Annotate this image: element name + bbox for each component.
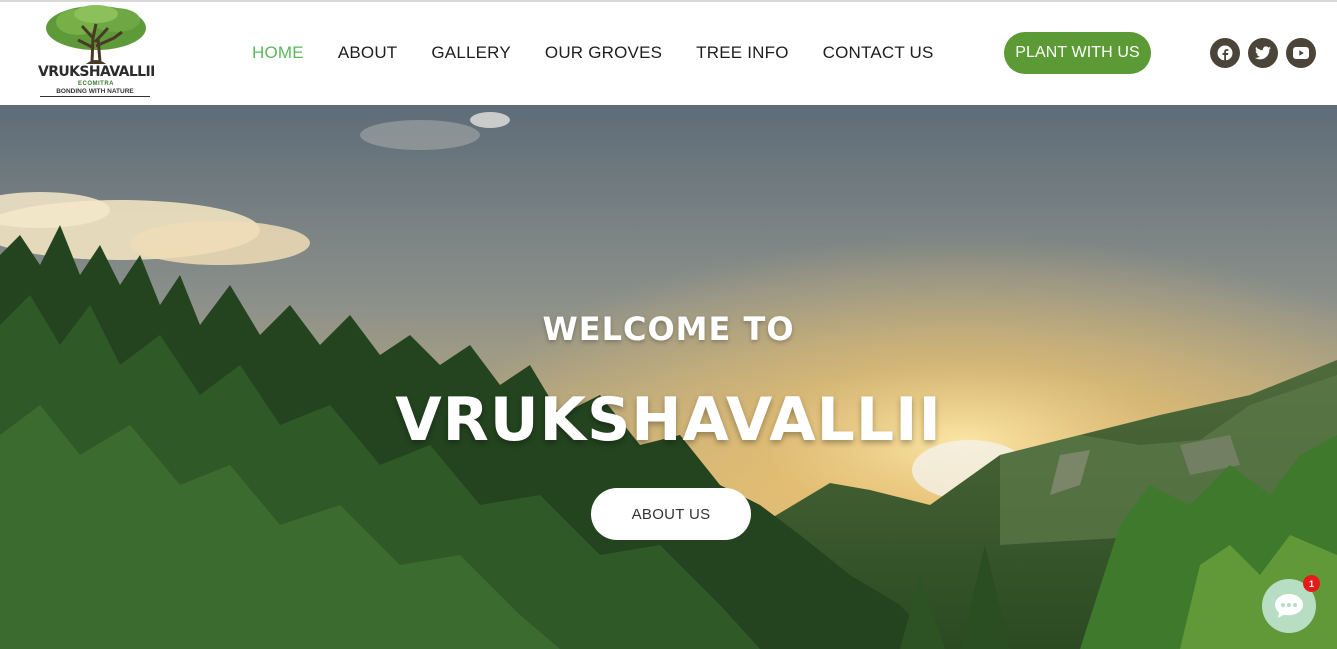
plant-with-us-button[interactable]: PLANT WITH US xyxy=(1004,32,1151,74)
chat-notification-badge: 1 xyxy=(1303,575,1320,592)
logo-tagline: BONDING WITH NATURE xyxy=(40,88,150,97)
site-logo[interactable]: VRUKSHAVALLII ECOMITRA BONDING WITH NATU… xyxy=(38,4,155,100)
logo-subtitle: ECOMITRA xyxy=(78,81,114,87)
twitter-icon[interactable] xyxy=(1248,38,1278,68)
hero-welcome-text: WELCOME TO xyxy=(542,310,795,348)
chat-bubble-icon xyxy=(1275,594,1303,618)
tree-logo-icon xyxy=(46,5,146,64)
hero-background-image xyxy=(0,105,1337,649)
site-header: VRUKSHAVALLII ECOMITRA BONDING WITH NATU… xyxy=(0,2,1337,105)
social-links xyxy=(1210,38,1316,68)
youtube-icon[interactable] xyxy=(1286,38,1316,68)
about-us-button[interactable]: ABOUT US xyxy=(591,488,751,540)
hero-brand-title: VRUKSHAVALLII xyxy=(395,385,942,455)
hero-section: WELCOME TO VRUKSHAVALLII ABOUT US 1 xyxy=(0,105,1337,649)
facebook-icon[interactable] xyxy=(1210,38,1240,68)
nav-home[interactable]: HOME xyxy=(252,43,304,63)
nav-contact-us[interactable]: CONTACT US xyxy=(823,43,934,63)
main-nav: HOME ABOUT GALLERY OUR GROVES TREE INFO … xyxy=(252,43,968,63)
nav-gallery[interactable]: GALLERY xyxy=(431,43,511,63)
nav-about[interactable]: ABOUT xyxy=(338,43,398,63)
nav-tree-info[interactable]: TREE INFO xyxy=(696,43,788,63)
logo-title: VRUKSHAVALLII xyxy=(38,64,155,80)
nav-our-groves[interactable]: OUR GROVES xyxy=(545,43,662,63)
